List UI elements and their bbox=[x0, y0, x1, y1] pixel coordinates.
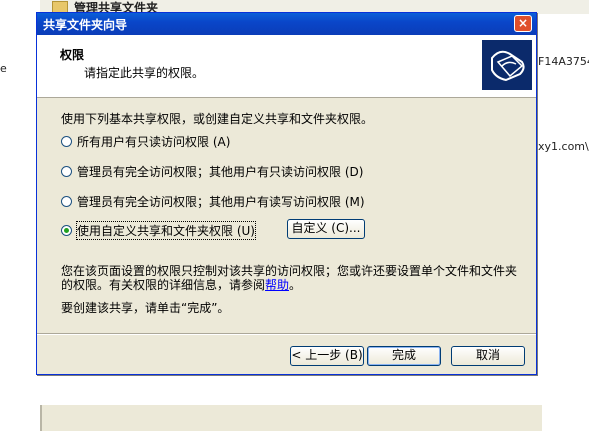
back-button[interactable]: < 上一步 (B) bbox=[290, 346, 364, 366]
option-custom-permissions[interactable]: 使用自定义共享和文件夹权限 (U) bbox=[61, 220, 256, 240]
option-label: 管理员有完全访问权限；其他用户有读写访问权限 (M) bbox=[77, 194, 365, 209]
background-bottom-area bbox=[40, 405, 542, 431]
wizard-content: 使用下列基本共享权限，或创建自定义共享和文件夹权限。 所有用户有只读访问权限 (… bbox=[37, 98, 536, 333]
dialog-titlebar[interactable]: 共享文件夹向导 × bbox=[37, 13, 536, 35]
close-button[interactable]: × bbox=[514, 15, 532, 32]
header-title: 权限 bbox=[60, 48, 85, 62]
radio-custom-permissions[interactable] bbox=[61, 224, 72, 236]
button-separator bbox=[37, 333, 536, 335]
option-label: 所有用户有只读访问权限 (A) bbox=[77, 134, 231, 149]
finish-button[interactable]: 完成 bbox=[367, 346, 441, 366]
share-folder-wizard-dialog: 共享文件夹向导 × 权限 请指定此共享的权限。 使用下列基本共享权限，或创建自定… bbox=[36, 12, 537, 375]
background-text-fragment-1: F14A3754 bbox=[538, 55, 589, 68]
finish-hint: 要创建该共享，请单击“完成”。 bbox=[61, 301, 230, 315]
radio-read-only-all[interactable] bbox=[61, 135, 72, 147]
option-label: 使用自定义共享和文件夹权限 (U) bbox=[76, 220, 256, 240]
radio-admin-full-others-read[interactable] bbox=[61, 165, 72, 177]
background-right-pane bbox=[537, 14, 589, 431]
background-text-fragment-left: e bbox=[0, 62, 7, 75]
help-link[interactable]: 帮助 bbox=[265, 278, 289, 292]
dialog-title: 共享文件夹向导 bbox=[43, 18, 128, 32]
option-admin-full-others-read[interactable]: 管理员有完全访问权限；其他用户有只读访问权限 (D) bbox=[61, 163, 363, 179]
shared-folder-hand-icon bbox=[482, 40, 532, 90]
intro-text: 使用下列基本共享权限，或创建自定义共享和文件夹权限。 bbox=[61, 112, 374, 126]
option-label: 管理员有完全访问权限；其他用户有只读访问权限 (D) bbox=[77, 164, 364, 179]
radio-admin-full-others-readwrite[interactable] bbox=[61, 195, 72, 207]
wizard-header: 权限 请指定此共享的权限。 bbox=[37, 35, 536, 98]
option-admin-full-others-readwrite[interactable]: 管理员有完全访问权限；其他用户有读写访问权限 (M) bbox=[61, 193, 365, 209]
cancel-button[interactable]: 取消 bbox=[451, 346, 525, 366]
note-suffix: 。 bbox=[289, 278, 302, 292]
background-left-pane bbox=[0, 14, 40, 431]
option-read-only-all[interactable]: 所有用户有只读访问权限 (A) bbox=[61, 133, 230, 149]
customize-button[interactable]: 自定义 (C)... bbox=[287, 219, 365, 239]
background-text-fragment-2: xy1.com\ bbox=[538, 140, 589, 153]
permissions-note: 您在该页面设置的权限只控制对该共享的访问权限；您或许还要设置单个文件和文件夹的权… bbox=[61, 264, 521, 292]
header-subtitle: 请指定此共享的权限。 bbox=[84, 66, 205, 80]
